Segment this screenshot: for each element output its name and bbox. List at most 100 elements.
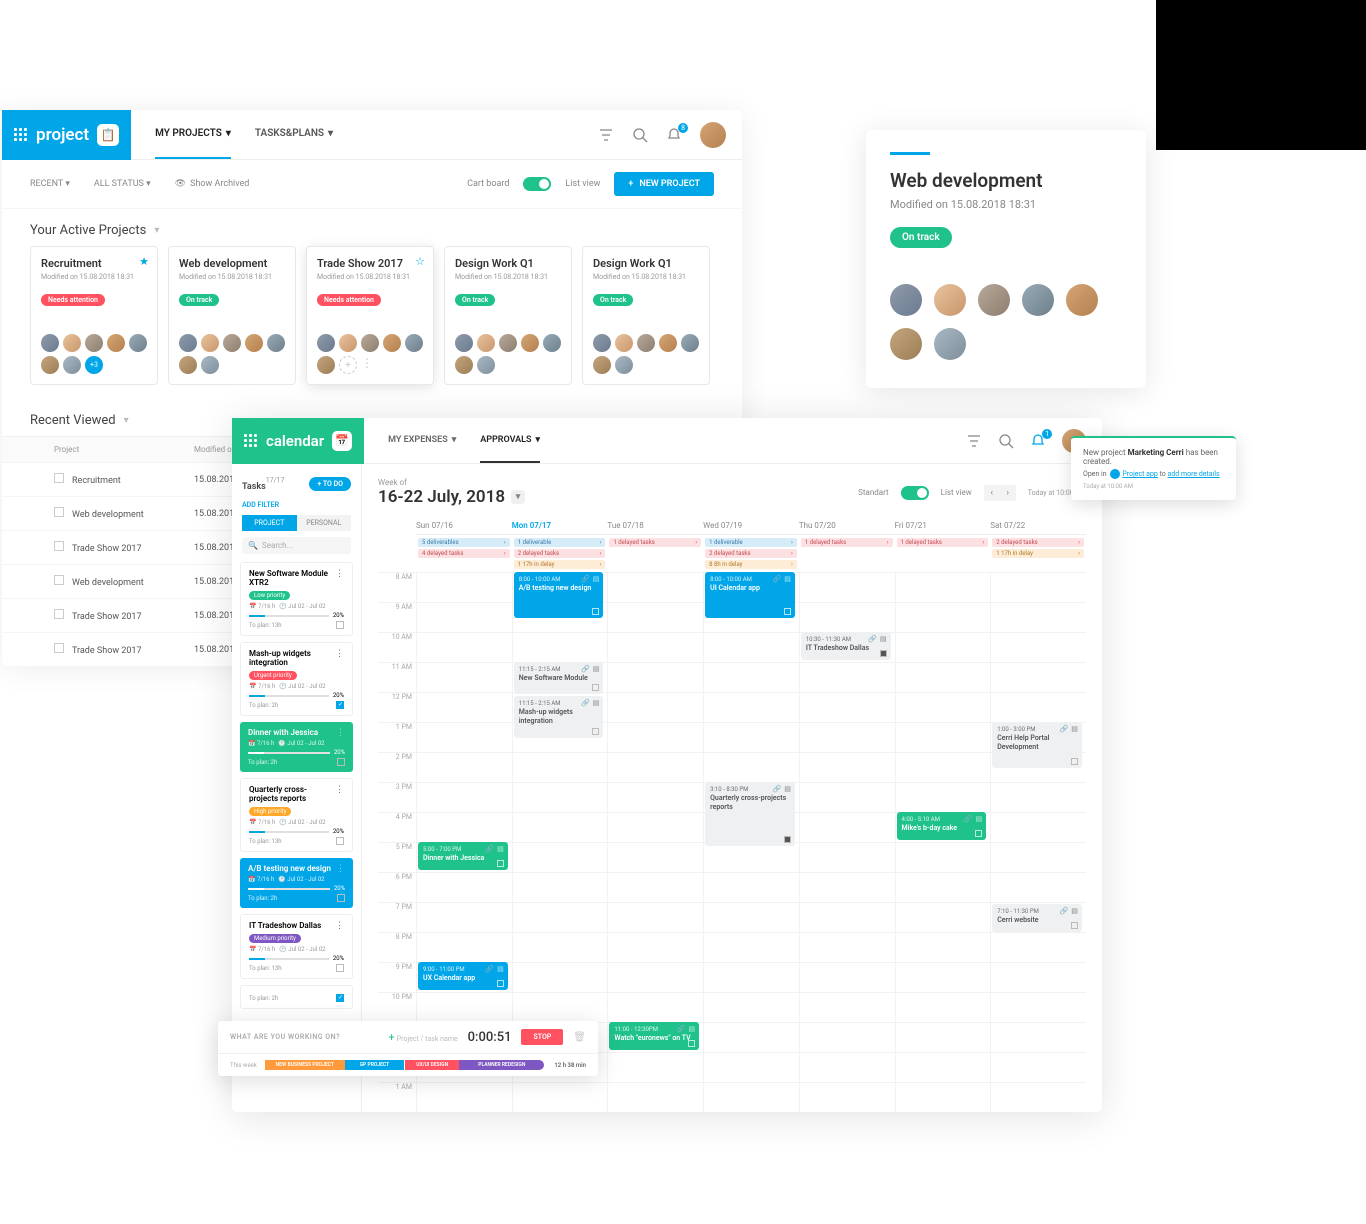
project-card[interactable]: ☆ Trade Show 2017 Modified on 15.08.2018… (306, 246, 434, 385)
more-icon[interactable]: ⋮ (361, 356, 373, 374)
time-slot[interactable] (799, 752, 895, 782)
time-slot[interactable] (703, 1022, 799, 1052)
range-dropdown[interactable]: ▾ (511, 490, 525, 504)
time-slot[interactable] (607, 872, 703, 902)
more-icon[interactable]: ⋮ (335, 649, 344, 670)
time-slot[interactable] (799, 902, 895, 932)
todo-button[interactable]: + TO DO (309, 477, 351, 491)
more-icon[interactable]: ⋮ (336, 728, 345, 740)
bell-icon[interactable]: 1 (1030, 433, 1046, 449)
time-slot[interactable] (416, 1082, 512, 1112)
time-slot[interactable] (799, 1022, 895, 1052)
bell-icon[interactable]: 8 (666, 127, 682, 143)
avatar[interactable] (455, 356, 473, 374)
project-logo[interactable]: project 📋 (2, 110, 131, 160)
time-slot[interactable] (799, 572, 895, 602)
time-slot[interactable] (607, 782, 703, 812)
avatar[interactable] (317, 356, 335, 374)
project-card[interactable]: Design Work Q1 Modified on 15.08.2018 18… (444, 246, 572, 385)
time-slot[interactable] (895, 1022, 991, 1052)
checkbox[interactable] (54, 541, 64, 551)
checkbox[interactable] (336, 837, 344, 845)
avatar[interactable] (615, 356, 633, 374)
notification-toast[interactable]: New project Marketing Cerri has been cre… (1071, 436, 1236, 500)
time-slot[interactable] (512, 932, 608, 962)
time-slot[interactable] (990, 812, 1086, 842)
time-slot[interactable] (799, 992, 895, 1022)
calendar-event[interactable]: 🔗▤4:00 - 5:10 AMMike's b-day cake (897, 812, 987, 840)
time-slot[interactable] (607, 812, 703, 842)
avatar[interactable] (1066, 284, 1098, 316)
time-slot[interactable] (990, 962, 1086, 992)
time-slot[interactable] (416, 572, 512, 602)
time-slot[interactable] (512, 812, 608, 842)
time-slot[interactable] (703, 692, 799, 722)
time-slot[interactable] (703, 992, 799, 1022)
day-header[interactable]: Sat 07/22 (990, 517, 1086, 535)
event-checkbox[interactable] (975, 830, 982, 837)
avatar[interactable] (41, 356, 59, 374)
time-slot[interactable] (512, 962, 608, 992)
time-slot[interactable] (895, 782, 991, 812)
time-slot[interactable] (990, 872, 1086, 902)
time-slot[interactable] (799, 842, 895, 872)
avatar[interactable] (543, 334, 561, 352)
time-slot[interactable] (895, 722, 991, 752)
avatar[interactable] (361, 334, 379, 352)
project-card[interactable]: ★ Recruitment Modified on 15.08.2018 18:… (30, 246, 158, 385)
calendar-event[interactable]: 🔗▤7:10 - 11:30 PMCerri website (992, 904, 1082, 932)
day-header[interactable]: Mon 07/17 (512, 517, 608, 535)
time-slot[interactable] (703, 842, 799, 872)
avatar[interactable] (1022, 284, 1054, 316)
project-card[interactable]: Web development Modified on 15.08.2018 1… (168, 246, 296, 385)
subheader-recent[interactable]: RECENT ▾ (30, 179, 70, 189)
event-checkbox[interactable] (784, 608, 791, 615)
time-slot[interactable] (416, 662, 512, 692)
avatar[interactable] (179, 334, 197, 352)
summary-chip[interactable]: 4 delayed tasks› (418, 549, 510, 558)
time-slot[interactable] (703, 932, 799, 962)
time-slot[interactable] (512, 902, 608, 932)
summary-chip[interactable]: 2 delayed tasks› (514, 549, 606, 558)
star-icon[interactable]: ☆ (415, 255, 425, 268)
avatar-more[interactable]: +3 (85, 356, 103, 374)
search-icon[interactable] (998, 433, 1014, 449)
time-slot[interactable] (416, 632, 512, 662)
day-header[interactable]: Tue 07/18 (607, 517, 703, 535)
time-slot[interactable] (799, 782, 895, 812)
calendar-event[interactable]: 🔗▤3:10 - 8:30 PMQuarterly cross-projects… (705, 782, 795, 846)
event-checkbox[interactable] (880, 650, 887, 657)
time-slot[interactable] (895, 692, 991, 722)
time-slot[interactable] (799, 602, 895, 632)
checkbox[interactable] (54, 575, 64, 585)
avatar[interactable] (890, 328, 922, 360)
avatar[interactable] (107, 334, 125, 352)
time-slot[interactable] (895, 662, 991, 692)
avatar[interactable] (317, 334, 335, 352)
time-slot[interactable] (607, 902, 703, 932)
calendar-event[interactable]: 🔗▤9:00 - 11:00 PMUX Calendar app (418, 962, 508, 990)
avatar[interactable] (615, 334, 633, 352)
search-icon[interactable] (632, 127, 648, 143)
time-slot[interactable] (703, 872, 799, 902)
time-slot[interactable] (703, 752, 799, 782)
timer-seg[interactable]: GP PROJECT (345, 1060, 404, 1070)
time-slot[interactable] (703, 632, 799, 662)
avatar[interactable] (201, 334, 219, 352)
avatar[interactable] (593, 356, 611, 374)
time-slot[interactable] (607, 692, 703, 722)
cal-view-toggle[interactable] (901, 486, 929, 500)
day-header[interactable]: Sun 07/16 (416, 517, 512, 535)
project-card[interactable]: Design Work Q1 Modified on 15.08.2018 18… (582, 246, 710, 385)
nav-approvals[interactable]: APPROVALS ▾ (480, 419, 540, 463)
more-icon[interactable]: ⋮ (336, 864, 345, 876)
user-avatar[interactable] (700, 122, 726, 148)
time-slot[interactable] (895, 632, 991, 662)
summary-chip[interactable]: 1 delayed tasks› (897, 538, 989, 547)
calendar-event[interactable]: 🔗▤10:30 - 11:30 AMIT Tradeshow Dallas (801, 632, 891, 660)
avatar[interactable] (223, 334, 241, 352)
avatar[interactable] (934, 328, 966, 360)
time-slot[interactable] (799, 722, 895, 752)
avatar[interactable] (41, 334, 59, 352)
time-slot[interactable] (895, 602, 991, 632)
